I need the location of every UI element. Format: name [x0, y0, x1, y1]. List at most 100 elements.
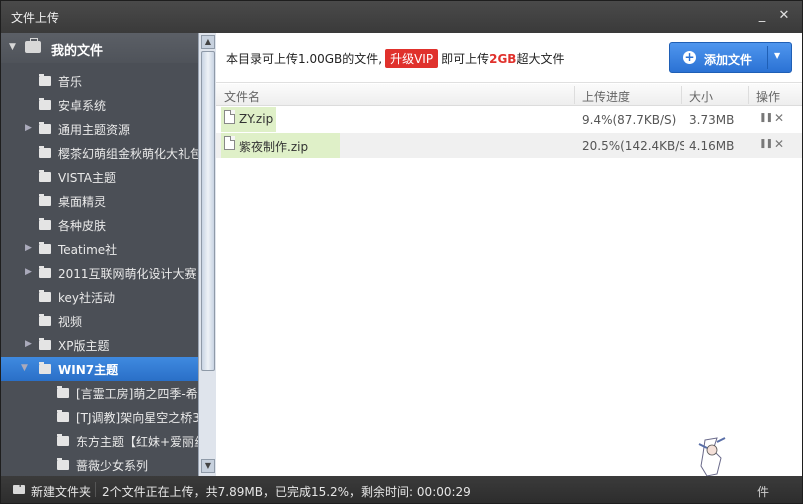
dropdown-arrow-icon[interactable]: ▼ [774, 51, 780, 60]
col-header-name[interactable]: 文件名 [224, 88, 260, 105]
folder-icon [39, 314, 51, 326]
folder-icon [57, 458, 69, 470]
upload-row[interactable]: 紫夜制作.zip 20.5%(142.4KB/S) 4.16MB ❚❚ ✕ [216, 133, 802, 158]
pause-icon[interactable]: ❚❚ [759, 139, 773, 149]
quota-text-before: 本目录可上传1.00GB的文件, [226, 52, 383, 66]
button-divider [767, 46, 768, 69]
folder-icon [39, 122, 51, 134]
expand-arrow-icon[interactable]: ▶ [25, 243, 32, 253]
folder-label: 2011互联网萌化设计大赛 [58, 267, 197, 281]
scroll-up-icon[interactable]: ▲ [201, 35, 215, 49]
main-panel: 本目录可上传1.00GB的文件, 升级VIP 即可上传2GB超大文件 + 添加文件 … [216, 33, 802, 476]
sidebar-folder-item[interactable]: 音乐 [1, 69, 198, 93]
folder-label: 东方主题【红妹+爱丽丝】 [76, 435, 198, 449]
add-file-button[interactable]: + 添加文件 ▼ [669, 42, 792, 73]
sidebar-folder-item[interactable]: 桌面精灵 [1, 189, 198, 213]
briefcase-icon [25, 38, 41, 53]
upload-progress: 20.5%(142.4KB/S) [582, 139, 684, 153]
upload-window: 文件上传 _ ✕ ▼ 我的文件 音乐安卓系统 ▶ 通用主题资源樱茶幻萌组金秋萌化大礼… [0, 0, 803, 504]
upgrade-vip-button[interactable]: 升级VIP [385, 49, 439, 68]
add-file-label: 添加文件 [704, 53, 753, 67]
upload-progress: 9.4%(87.7KB/S) [582, 113, 677, 127]
window-title: 文件上传 [11, 11, 60, 25]
folder-label: 樱茶幻萌组金秋萌化大礼包 [58, 147, 198, 161]
quota-text: 本目录可上传1.00GB的文件, 升级VIP 即可上传2GB超大文件 [226, 49, 564, 68]
folder-label: 桌面精灵 [58, 195, 107, 209]
expand-arrow-icon[interactable]: ▶ [25, 267, 32, 277]
folder-icon [39, 146, 51, 158]
folder-label: Teatime社 [58, 243, 118, 257]
col-header-progress[interactable]: 上传进度 [582, 88, 630, 105]
remove-icon[interactable]: ✕ [774, 111, 784, 125]
sidebar-folder-item[interactable]: VISTA主题 [1, 165, 198, 189]
folder-label: WIN7主题 [58, 363, 119, 377]
folder-icon [57, 386, 69, 398]
folder-icon [39, 266, 51, 278]
tree-root-label: 我的文件 [51, 44, 104, 59]
folder-label: 通用主题资源 [58, 123, 131, 137]
sidebar-folder-item[interactable]: 各种皮肤 [1, 213, 198, 237]
sidebar-folder-item[interactable]: [TJ调教]架向星空之桥3 [1, 405, 198, 429]
remove-icon[interactable]: ✕ [774, 137, 784, 151]
sidebar-folder-item[interactable]: 视频 [1, 309, 198, 333]
folder-label: 安卓系统 [58, 99, 107, 113]
quota-highlight: 2GB [489, 52, 517, 66]
sidebar-folder-item[interactable]: key社活动 [1, 285, 198, 309]
column-divider [748, 86, 749, 104]
sidebar-folder-item[interactable]: 樱茶幻萌组金秋萌化大礼包 [1, 141, 198, 165]
sidebar: ▼ 我的文件 音乐安卓系统 ▶ 通用主题资源樱茶幻萌组金秋萌化大礼包 VISTA主题桌… [1, 33, 216, 476]
file-size: 3.73MB [689, 113, 735, 127]
expand-arrow-icon[interactable]: ▶ [25, 123, 32, 133]
file-icon [224, 136, 235, 150]
sidebar-folder-item[interactable]: 蔷薇少女系列 [1, 453, 198, 476]
expand-arrow-icon[interactable]: ▶ [25, 339, 32, 349]
scroll-thumb[interactable] [201, 51, 215, 371]
sidebar-folder-item[interactable]: 东方主题【红妹+爱丽丝】 [1, 429, 198, 453]
folder-icon [39, 74, 51, 86]
folder-label: 视频 [58, 315, 83, 329]
folder-icon [39, 242, 51, 254]
collapse-arrow-icon[interactable]: ▼ [9, 42, 16, 52]
folder-label: [言霊工房]萌之四季-希望 [76, 387, 198, 401]
folder-label: key社活动 [58, 291, 116, 305]
upload-status-text: 2个文件正在上传，共7.89MB，已完成15.2%，剩余时间: 00:00:29 [102, 485, 471, 499]
sidebar-folder-item[interactable]: ▶ 通用主题资源 [1, 117, 198, 141]
column-divider [574, 86, 575, 104]
folder-label: 蔷薇少女系列 [76, 459, 149, 473]
minimize-icon[interactable]: _ [753, 7, 771, 25]
sidebar-folder-item[interactable]: [言霊工房]萌之四季-希望 [1, 381, 198, 405]
folder-icon [39, 290, 51, 302]
folder-icon [39, 218, 51, 230]
sidebar-scrollbar[interactable]: ▲ ▼ [198, 33, 216, 476]
status-right-text: 件 [757, 485, 770, 499]
sidebar-folder-item[interactable]: ▶ XP版主题 [1, 333, 198, 357]
folder-label: 各种皮肤 [58, 219, 107, 233]
folder-icon [39, 338, 51, 350]
file-size: 4.16MB [689, 139, 735, 153]
status-bar: 新建文件夹 2个文件正在上传，共7.89MB，已完成15.2%，剩余时间: 00… [1, 476, 802, 503]
sidebar-folder-item[interactable]: 安卓系统 [1, 93, 198, 117]
new-folder-icon[interactable] [13, 479, 25, 494]
column-divider [681, 86, 682, 104]
folder-label: VISTA主题 [58, 171, 116, 185]
scroll-down-icon[interactable]: ▼ [201, 459, 215, 473]
quota-text-mid: 即可上传 [441, 52, 490, 66]
col-header-size[interactable]: 大小 [689, 88, 713, 105]
file-name: ZY.zip [239, 112, 274, 126]
folder-label: XP版主题 [58, 339, 110, 353]
collapse-arrow-icon[interactable]: ▼ [21, 363, 28, 373]
folder-icon [39, 98, 51, 110]
file-name: 紫夜制作.zip [239, 140, 309, 154]
sidebar-folder-item[interactable]: ▶ 2011互联网萌化设计大赛 [1, 261, 198, 285]
pause-icon[interactable]: ❚❚ [759, 113, 773, 123]
quota-info-bar: 本目录可上传1.00GB的文件, 升级VIP 即可上传2GB超大文件 + 添加文件 … [216, 33, 802, 83]
sidebar-folder-item[interactable]: ▼ WIN7主题 [1, 357, 198, 381]
close-icon[interactable]: ✕ [775, 7, 793, 25]
col-header-action: 操作 [756, 90, 781, 104]
new-folder-button[interactable]: 新建文件夹 [31, 483, 91, 500]
folder-icon [57, 434, 69, 446]
sidebar-folder-item[interactable]: ▶ Teatime社 [1, 237, 198, 261]
tree-root-my-files[interactable]: ▼ 我的文件 [1, 33, 198, 63]
upload-row[interactable]: ZY.zip 9.4%(87.7KB/S) 3.73MB ❚❚ ✕ [216, 107, 802, 132]
table-header: 文件名 上传进度 大小 操作 [216, 84, 802, 106]
